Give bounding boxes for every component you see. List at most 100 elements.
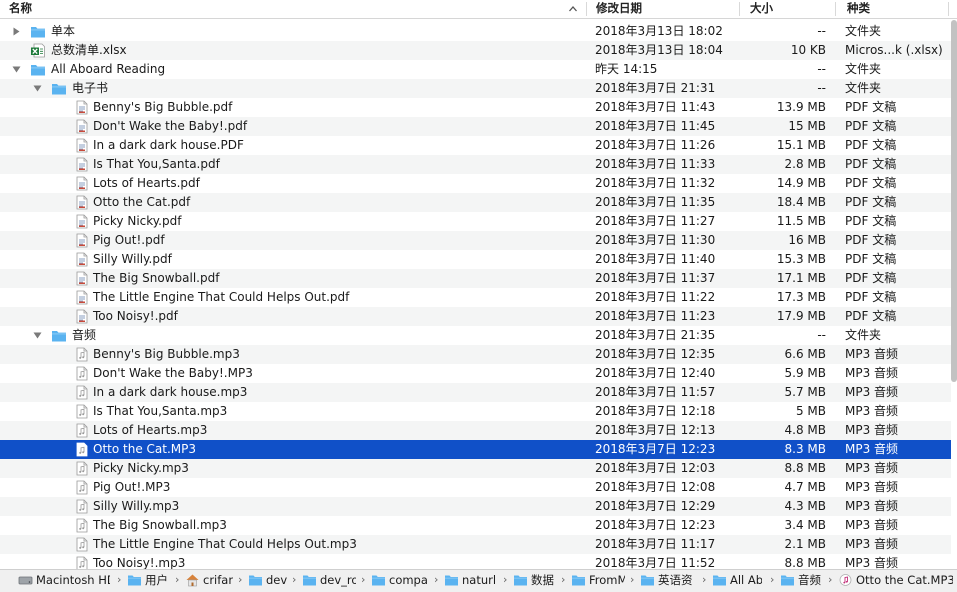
file-kind: MP3 音频 [845, 480, 899, 494]
file-row-pig-out-mp3[interactable]: Pig Out!.MP3 2018年3月7日 12:08 4.7 MB MP3 音频 [0, 478, 951, 497]
modified-date: 2018年3月7日 12:13 [595, 423, 716, 437]
path-item-label: 数据 [531, 573, 554, 587]
file-name: Silly Willy.mp3 [93, 499, 180, 513]
file-name: Picky Nicky.mp3 [93, 461, 189, 475]
column-divider[interactable] [739, 2, 740, 16]
file-row-otto-the-cat-pdf[interactable]: Otto the Cat.pdf 2018年3月7日 11:35 18.4 MB PD… [0, 193, 951, 212]
path-item-label: All Abo [730, 573, 762, 587]
column-divider[interactable] [586, 2, 587, 16]
path-item-label: dev [266, 573, 288, 587]
disclosure-triangle-expanded-icon[interactable] [12, 65, 21, 74]
file-size: 13.9 MB [776, 100, 826, 114]
path-item-4[interactable]: dev [248, 570, 288, 592]
pdf-file-icon [76, 252, 88, 267]
file-kind: MP3 音频 [845, 461, 899, 475]
path-separator-chevron-icon: › [175, 573, 180, 586]
file-row-don-t-wake-the-baby-mp3[interactable]: Don't Wake the Baby!.MP3 2018年3月7日 12:40 5… [0, 364, 951, 383]
path-item-label: Macintosh HD [36, 573, 110, 587]
path-item-label: FromM [589, 573, 625, 587]
column-divider[interactable] [835, 2, 836, 16]
path-item-11[interactable]: All Abo [712, 570, 762, 592]
file-row-lots-of-hearts-pdf[interactable]: Lots of Hearts.pdf 2018年3月7日 11:32 14.9 MB… [0, 174, 951, 193]
file-row-otto-the-cat-mp3[interactable]: Otto the Cat.MP3 2018年3月7日 12:23 8.3 MB MP3… [0, 440, 951, 459]
file-row-picky-nicky-mp3[interactable]: Picky Nicky.mp3 2018年3月7日 12:03 8.8 MB MP3 … [0, 459, 951, 478]
folder-icon [713, 575, 726, 586]
path-item-13[interactable]: Otto the Cat.MP3 [838, 570, 953, 592]
modified-date: 2018年3月7日 11:37 [595, 271, 716, 285]
pdf-file-icon [76, 176, 88, 191]
file-size: 15 MB [788, 119, 826, 133]
file-kind: PDF 文稿 [845, 233, 897, 247]
file-row-too-noisy-mp3[interactable]: Too Noisy!.mp3 2018年3月7日 11:52 8.8 MB MP3 音… [0, 554, 951, 569]
file-row-silly-willy-mp3[interactable]: Silly Willy.mp3 2018年3月7日 12:29 4.3 MB MP3 … [0, 497, 951, 516]
column-header-name[interactable]: 名称 [9, 0, 32, 18]
path-item-5[interactable]: dev_ro [302, 570, 356, 592]
path-separator-chevron-icon: › [292, 573, 297, 586]
file-kind: MP3 音频 [845, 423, 899, 437]
folder-icon [128, 575, 141, 586]
file-row-in-a-dark-dark-house-pdf[interactable]: In a dark dark house.PDF 2018年3月7日 11:26 1… [0, 136, 951, 155]
file-row-xlsx[interactable]: 总数清单.xlsx 2018年3月13日 18:04 10 KB Micros...k… [0, 41, 951, 60]
path-item-6[interactable]: compa [371, 570, 429, 592]
column-header-size[interactable]: 大小 [750, 0, 773, 18]
file-row-the-little-engine-that-could-helps-out-pdf[interactable]: The Little Engine That Could Helps Out.p… [0, 288, 951, 307]
file-kind: MP3 音频 [845, 499, 899, 513]
path-item-2[interactable]: 用户 [127, 570, 172, 592]
folder-icon [641, 575, 654, 586]
file-row-silly-willy-pdf[interactable]: Silly Willy.pdf 2018年3月7日 11:40 15.3 MB PDF… [0, 250, 951, 269]
file-kind: PDF 文稿 [845, 176, 897, 190]
modified-date: 2018年3月7日 12:40 [595, 366, 716, 380]
file-kind: PDF 文稿 [845, 309, 897, 323]
hard-drive-icon [18, 576, 33, 585]
file-name: Silly Willy.pdf [93, 252, 172, 266]
path-item-9[interactable]: FromM [571, 570, 625, 592]
file-row-don-t-wake-the-baby-pdf[interactable]: Don't Wake the Baby!.pdf 2018年3月7日 11:45 1… [0, 117, 951, 136]
audio-file-icon [76, 347, 88, 362]
file-kind: 文件夹 [845, 328, 882, 342]
path-item-12[interactable]: 音频 [780, 570, 822, 592]
file-row-the-big-snowball-pdf[interactable]: The Big Snowball.pdf 2018年3月7日 11:37 17.1 … [0, 269, 951, 288]
modified-date: 2018年3月7日 11:23 [595, 309, 716, 323]
path-item-3[interactable]: crifan [185, 570, 233, 592]
file-size: 11.5 MB [776, 214, 826, 228]
file-row-pig-out-pdf[interactable]: Pig Out!.pdf 2018年3月7日 11:30 16 MB PDF 文稿 [0, 231, 951, 250]
audio-file-icon [76, 518, 88, 533]
file-row-benny-s-big-bubble-mp3[interactable]: Benny's Big Bubble.mp3 2018年3月7日 12:35 6.6… [0, 345, 951, 364]
path-item-1[interactable]: Macintosh HD [18, 570, 110, 592]
folder-row-[interactable]: 单本 2018年3月13日 18:02 -- 文件夹 [0, 22, 951, 41]
file-row-the-big-snowball-mp3[interactable]: The Big Snowball.mp3 2018年3月7日 12:23 3.4 M… [0, 516, 951, 535]
modified-date: 2018年3月7日 12:35 [595, 347, 716, 361]
column-header: 名称 修改日期 大小 种类 [0, 0, 957, 19]
column-header-date[interactable]: 修改日期 [596, 0, 642, 18]
disclosure-triangle-collapsed-icon[interactable] [12, 27, 21, 36]
file-row-lots-of-hearts-mp3[interactable]: Lots of Hearts.mp3 2018年3月7日 12:13 4.8 MB M… [0, 421, 951, 440]
pdf-file-icon [76, 271, 88, 286]
file-kind: PDF 文稿 [845, 195, 897, 209]
file-row-picky-nicky-pdf[interactable]: Picky Nicky.pdf 2018年3月7日 11:27 11.5 MB PDF… [0, 212, 951, 231]
file-row-in-a-dark-dark-house-mp3[interactable]: In a dark dark house.mp3 2018年3月7日 11:57 5… [0, 383, 951, 402]
pdf-file-icon [76, 309, 88, 324]
vertical-scrollbar[interactable] [951, 20, 957, 382]
modified-date: 2018年3月7日 12:18 [595, 404, 716, 418]
file-row-too-noisy-pdf[interactable]: Too Noisy!.pdf 2018年3月7日 11:23 17.9 MB PDF … [0, 307, 951, 326]
folder-row-[interactable]: 音频 2018年3月7日 21:35 -- 文件夹 [0, 326, 951, 345]
column-header-kind[interactable]: 种类 [847, 0, 870, 18]
path-item-7[interactable]: naturli [444, 570, 496, 592]
file-name: The Big Snowball.pdf [93, 271, 220, 285]
file-row-is-that-you-santa-pdf[interactable]: Is That You,Santa.pdf 2018年3月7日 11:33 2.8 … [0, 155, 951, 174]
folder-icon [52, 84, 66, 95]
column-divider[interactable] [948, 2, 949, 16]
file-name: 总数清单.xlsx [51, 43, 127, 57]
sort-ascending-icon[interactable] [568, 4, 578, 14]
file-row-benny-s-big-bubble-pdf[interactable]: Benny's Big Bubble.pdf 2018年3月7日 11:43 13.… [0, 98, 951, 117]
file-size: 5.7 MB [784, 385, 826, 399]
folder-row-all-aboard-reading[interactable]: All Aboard Reading 昨天 14:15 -- 文件夹 [0, 60, 951, 79]
path-item-10[interactable]: 英语资 [640, 570, 697, 592]
file-row-is-that-you-santa-mp3[interactable]: Is That You,Santa.mp3 2018年3月7日 12:18 5 MB… [0, 402, 951, 421]
disclosure-triangle-expanded-icon[interactable] [33, 84, 42, 93]
path-item-8[interactable]: 数据 [513, 570, 556, 592]
disclosure-triangle-expanded-icon[interactable] [33, 331, 42, 340]
file-row-the-little-engine-that-could-helps-out-mp3[interactable]: The Little Engine That Could Helps Out.m… [0, 535, 951, 554]
folder-row-[interactable]: 电子书 2018年3月7日 21:31 -- 文件夹 [0, 79, 951, 98]
file-kind: Micros...k (.xlsx) [845, 43, 943, 57]
